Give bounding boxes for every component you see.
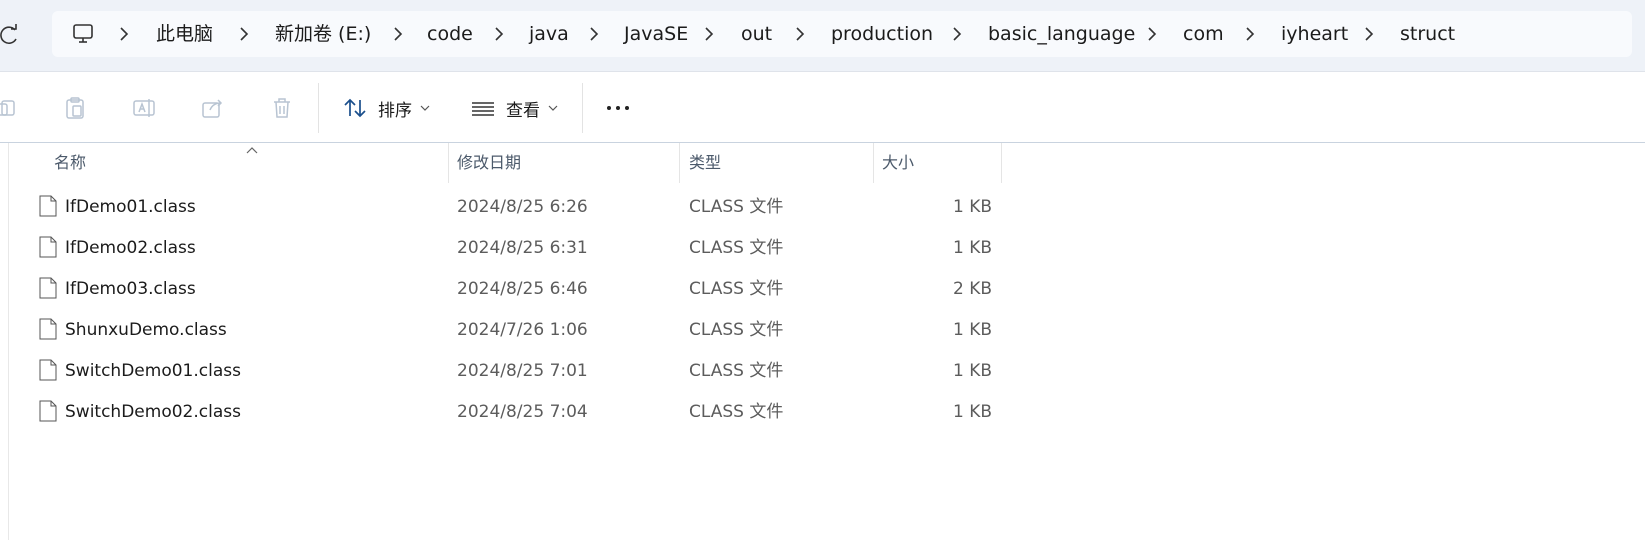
breadcrumb-item[interactable]: 新加卷 (E:) — [275, 11, 371, 57]
file-type: CLASS 文件 — [689, 279, 784, 299]
file-date: 2024/7/26 1:06 — [457, 320, 588, 340]
table-row[interactable]: IfDemo03.class 2024/8/25 6:46 CLASS 文件 2… — [30, 269, 1010, 310]
delete-icon[interactable] — [269, 95, 295, 121]
chevron-right-icon[interactable] — [794, 27, 806, 41]
breadcrumb-item[interactable]: out — [741, 11, 772, 57]
chevron-down-icon — [420, 105, 430, 111]
this-pc-icon[interactable] — [72, 23, 94, 45]
table-row[interactable]: IfDemo02.class 2024/8/25 6:31 CLASS 文件 1… — [30, 228, 1010, 269]
command-toolbar: 排序 查看 — [0, 73, 1645, 143]
chevron-right-icon[interactable] — [951, 27, 963, 41]
sort-ascending-icon — [246, 147, 258, 154]
column-header-size[interactable]: 大小 — [874, 143, 1002, 183]
file-date: 2024/8/25 6:46 — [457, 279, 588, 299]
table-row[interactable]: IfDemo01.class 2024/8/25 6:26 CLASS 文件 1… — [30, 187, 1010, 228]
file-size: 1 KB — [952, 197, 992, 217]
address-bar-area: 此电脑 新加卷 (E:) code java JavaSE out produc… — [0, 0, 1645, 72]
chevron-right-icon[interactable] — [493, 27, 505, 41]
chevron-right-icon[interactable] — [1244, 27, 1256, 41]
view-button[interactable]: 查看 — [470, 86, 558, 130]
file-date: 2024/8/25 6:26 — [457, 197, 588, 217]
file-size: 2 KB — [952, 279, 992, 299]
file-icon — [39, 359, 57, 381]
file-name: SwitchDemo01.class — [65, 361, 241, 381]
file-type: CLASS 文件 — [689, 197, 784, 217]
breadcrumb-item[interactable]: struct — [1400, 11, 1455, 57]
file-name: SwitchDemo02.class — [65, 402, 241, 422]
file-size: 1 KB — [952, 238, 992, 258]
share-icon[interactable] — [200, 95, 226, 121]
file-icon — [39, 195, 57, 217]
view-label: 查看 — [506, 100, 540, 121]
file-size: 1 KB — [952, 402, 992, 422]
rename-icon[interactable] — [131, 95, 157, 121]
chevron-right-icon[interactable] — [118, 27, 130, 41]
file-date: 2024/8/25 7:01 — [457, 361, 588, 381]
view-list-icon — [472, 102, 494, 116]
toolbar-divider — [582, 83, 583, 133]
file-size: 1 KB — [952, 361, 992, 381]
table-row[interactable]: SwitchDemo02.class 2024/8/25 7:04 CLASS … — [30, 392, 1010, 433]
chevron-right-icon[interactable] — [392, 27, 404, 41]
chevron-right-icon[interactable] — [703, 27, 715, 41]
refresh-icon[interactable] — [0, 24, 20, 46]
sort-icon — [344, 98, 366, 118]
chevron-right-icon[interactable] — [1363, 27, 1375, 41]
file-name: ShunxuDemo.class — [65, 320, 227, 340]
column-header-type[interactable]: 类型 — [681, 143, 874, 183]
breadcrumb-item[interactable]: basic_language — [988, 11, 1135, 57]
sort-button[interactable]: 排序 — [342, 86, 430, 130]
chevron-down-icon — [548, 105, 558, 111]
breadcrumb-item[interactable]: java — [529, 11, 569, 57]
file-icon — [39, 277, 57, 299]
file-type: CLASS 文件 — [689, 402, 784, 422]
chevron-right-icon[interactable] — [588, 27, 600, 41]
navigation-pane-edge — [8, 143, 9, 540]
table-row[interactable]: ShunxuDemo.class 2024/7/26 1:06 CLASS 文件… — [30, 310, 1010, 351]
breadcrumb[interactable]: 此电脑 新加卷 (E:) code java JavaSE out produc… — [52, 11, 1632, 57]
breadcrumb-item[interactable]: com — [1183, 11, 1224, 57]
file-type: CLASS 文件 — [689, 320, 784, 340]
chevron-right-icon[interactable] — [1146, 27, 1158, 41]
copy-icon[interactable] — [0, 95, 20, 121]
file-icon — [39, 236, 57, 258]
paste-icon[interactable] — [62, 95, 88, 121]
file-name: IfDemo03.class — [65, 279, 196, 299]
file-type: CLASS 文件 — [689, 361, 784, 381]
file-type: CLASS 文件 — [689, 238, 784, 258]
breadcrumb-item[interactable]: code — [427, 11, 473, 57]
toolbar-divider — [318, 83, 319, 133]
breadcrumb-item[interactable]: production — [831, 11, 933, 57]
breadcrumb-item[interactable]: JavaSE — [624, 11, 688, 57]
file-icon — [39, 318, 57, 340]
file-date: 2024/8/25 7:04 — [457, 402, 588, 422]
file-size: 1 KB — [952, 320, 992, 340]
chevron-right-icon[interactable] — [238, 27, 250, 41]
file-icon — [39, 400, 57, 422]
breadcrumb-item[interactable]: iyheart — [1281, 11, 1348, 57]
file-name: IfDemo01.class — [65, 197, 196, 217]
file-name: IfDemo02.class — [65, 238, 196, 258]
column-header-date[interactable]: 修改日期 — [449, 143, 680, 183]
more-options-icon[interactable] — [605, 95, 631, 121]
table-row[interactable]: SwitchDemo01.class 2024/8/25 7:01 CLASS … — [30, 351, 1010, 392]
breadcrumb-item[interactable]: 此电脑 — [156, 11, 213, 57]
sort-label: 排序 — [378, 100, 412, 121]
file-date: 2024/8/25 6:31 — [457, 238, 588, 258]
